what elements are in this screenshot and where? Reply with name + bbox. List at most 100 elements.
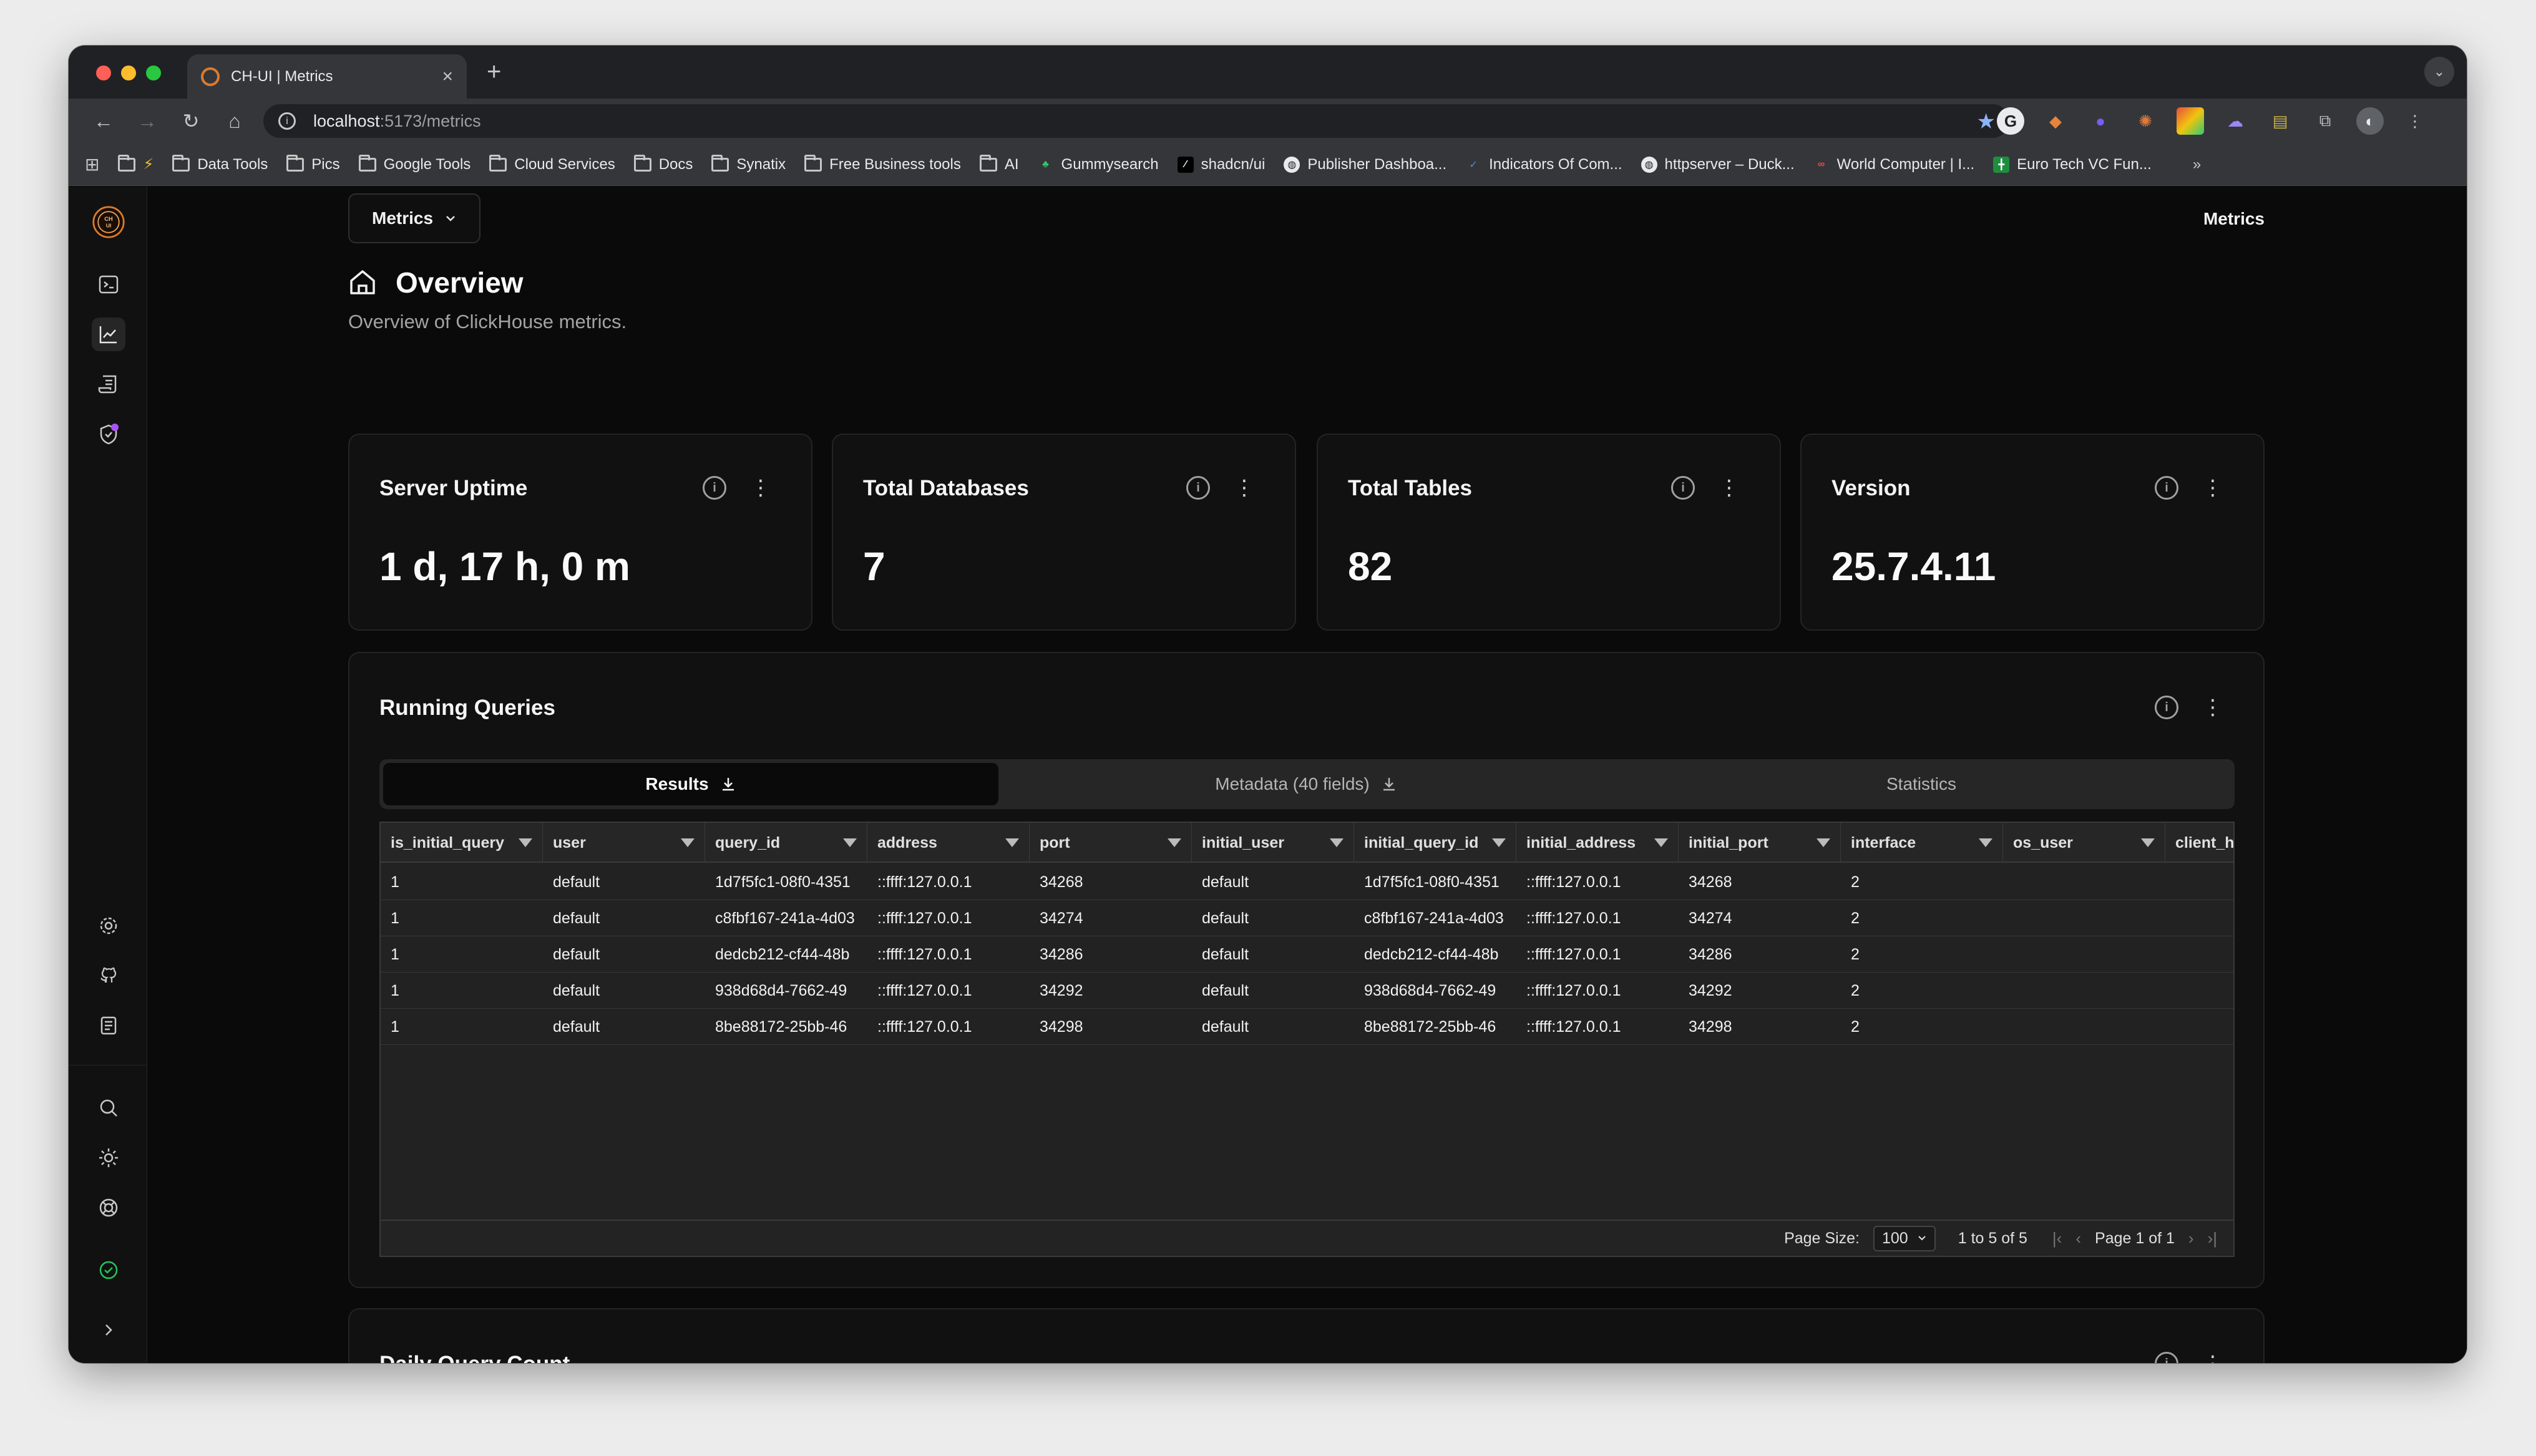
more-options-icon[interactable]: ⋮ [750, 477, 771, 498]
bookmark-star-icon[interactable]: ★ [1977, 109, 1996, 134]
profile-avatar[interactable]: ◐ [2356, 107, 2384, 135]
apps-grid-icon[interactable]: ⊞ [85, 154, 99, 175]
bookmark-cloud-services[interactable]: Cloud Services [489, 154, 615, 173]
reload-icon[interactable]: ↻ [177, 107, 205, 135]
column-header[interactable]: initial_user [1192, 823, 1354, 863]
minimize-window-button[interactable] [121, 66, 136, 80]
more-bookmarks-icon[interactable]: » [2193, 156, 2201, 173]
filter-icon[interactable] [1979, 838, 1992, 847]
next-page-icon[interactable]: › [2188, 1229, 2194, 1248]
column-header[interactable]: initial_address [1516, 823, 1679, 863]
close-window-button[interactable] [96, 66, 111, 80]
more-options-icon[interactable]: ⋮ [2202, 697, 2223, 718]
cloud-extension-icon[interactable]: ☁ [2221, 107, 2249, 135]
bookmark-publisher-dashboard[interactable]: ◍ Publisher Dashboa... [1284, 156, 1446, 173]
browser-tab[interactable]: CH-UI | Metrics × [187, 54, 467, 99]
sidebar-item-logs[interactable] [92, 367, 125, 401]
info-icon[interactable]: i [2155, 1352, 2178, 1363]
bookmark-world-computer[interactable]: ∞ World Computer | I... [1813, 156, 1974, 173]
first-page-icon[interactable]: |‹ [2052, 1229, 2062, 1248]
bookmark-data-tools[interactable]: Data Tools [172, 154, 268, 173]
address-bar[interactable]: i localhost:5173/metrics ★ [263, 104, 2009, 138]
more-options-icon[interactable]: ⋮ [1234, 477, 1255, 498]
zoom-window-button[interactable] [146, 66, 161, 80]
filter-icon[interactable] [681, 838, 695, 847]
column-header[interactable]: is_initial_query [381, 823, 543, 863]
column-header[interactable]: initial_port [1679, 823, 1841, 863]
table-row[interactable]: 1 default 8be88172-25bb-46::ffff:127.0.0.1… [381, 1009, 2233, 1045]
table-row[interactable]: 1 default c8fbf167-241a-4d03::ffff:127.0.0… [381, 900, 2233, 936]
info-icon[interactable]: i [1671, 476, 1695, 500]
prev-page-icon[interactable]: ‹ [2075, 1229, 2081, 1248]
purple-extension-icon[interactable]: ● [2087, 107, 2114, 135]
info-icon[interactable]: i [2155, 696, 2178, 719]
folder-bolt-bookmark[interactable]: ⚡ [118, 154, 154, 173]
page-size-select[interactable]: 100 [1873, 1225, 1936, 1251]
filter-icon[interactable] [1330, 838, 1344, 847]
home-icon[interactable]: ⌂ [221, 107, 248, 135]
bookmark-synatix[interactable]: Synatix [711, 154, 786, 173]
browser-menu-icon[interactable]: ⋮ [2401, 107, 2429, 135]
table-row[interactable]: 1 default dedcb212-cf44-48b::ffff:127.0.0.… [381, 936, 2233, 973]
more-options-icon[interactable]: ⋮ [1719, 477, 1740, 498]
extensions-puzzle-icon[interactable]: ⧉ [2311, 107, 2339, 135]
bookmark-pics[interactable]: Pics [286, 154, 340, 173]
column-header[interactable]: interface [1841, 823, 2003, 863]
sidebar-item-metrics[interactable] [92, 318, 125, 351]
bookmark-gummysearch[interactable]: ♣ Gummysearch [1038, 156, 1158, 173]
filter-icon[interactable] [2141, 838, 2155, 847]
help-lifebuoy-icon[interactable] [92, 1191, 125, 1225]
bookmark-httpserver[interactable]: ◍ httpserver – Duck... [1641, 156, 1795, 173]
docs-icon[interactable] [92, 1009, 125, 1042]
filter-icon[interactable] [519, 838, 532, 847]
info-icon[interactable]: i [703, 476, 726, 500]
sidebar-item-admin[interactable] [92, 417, 125, 451]
tab-search-icon[interactable]: ⌄ [2424, 57, 2454, 87]
last-page-icon[interactable]: ›| [2208, 1229, 2217, 1248]
grammarly-extension-icon[interactable]: G [1997, 107, 2024, 135]
sidebar-item-console[interactable] [92, 268, 125, 301]
tab-metadata[interactable]: Metadata (40 fields) [998, 763, 1614, 805]
settings-icon[interactable] [92, 909, 125, 943]
tab-results[interactable]: Results [383, 763, 998, 805]
bookmark-google-tools[interactable]: Google Tools [358, 154, 471, 173]
forward-icon[interactable]: → [134, 107, 161, 135]
bookmark-indicators[interactable]: ✓ Indicators Of Com... [1465, 156, 1622, 173]
filter-icon[interactable] [1817, 838, 1830, 847]
connection-status-icon[interactable] [92, 1253, 125, 1287]
search-icon[interactable] [92, 1091, 125, 1125]
table-row[interactable]: 1 default 938d68d4-7662-49::ffff:127.0.0.1… [381, 973, 2233, 1009]
back-icon[interactable]: ← [90, 107, 117, 135]
cookie-extension-icon[interactable]: ✺ [2132, 107, 2159, 135]
notes-extension-icon[interactable]: ▤ [2266, 107, 2294, 135]
info-icon[interactable]: i [2155, 476, 2178, 500]
column-header[interactable]: query_id [705, 823, 867, 863]
theme-sun-icon[interactable] [92, 1141, 125, 1175]
bookmark-euro-tech[interactable]: ╋ Euro Tech VC Fun... [1993, 156, 2152, 173]
bookmark-docs[interactable]: Docs [633, 154, 693, 173]
column-header[interactable]: client_h [2165, 823, 2233, 863]
bookmark-free-business-tools[interactable]: Free Business tools [804, 154, 961, 173]
table-row[interactable]: 1 default 1d7f5fc1-08f0-4351::ffff:127.0.0… [381, 864, 2233, 900]
column-header[interactable]: initial_query_id [1354, 823, 1516, 863]
filter-icon[interactable] [1492, 838, 1506, 847]
expand-sidebar-icon[interactable] [92, 1313, 125, 1347]
filter-icon[interactable] [1005, 838, 1019, 847]
tab-statistics[interactable]: Statistics [1614, 763, 2229, 805]
column-header[interactable]: os_user [2003, 823, 2165, 863]
info-icon[interactable]: i [1186, 476, 1210, 500]
column-header[interactable]: user [543, 823, 705, 863]
metamask-extension-icon[interactable]: ◆ [2042, 107, 2069, 135]
filter-icon[interactable] [1654, 838, 1668, 847]
filter-icon[interactable] [1168, 838, 1181, 847]
column-header[interactable]: port [1030, 823, 1192, 863]
site-info-icon[interactable]: i [278, 112, 296, 130]
bookmark-shadcn[interactable]: ⁄ shadcn/ui [1177, 156, 1265, 173]
ch-ui-logo[interactable]: CH UI [92, 205, 125, 239]
new-tab-button[interactable]: + [487, 58, 501, 86]
more-options-icon[interactable]: ⋮ [2202, 1353, 2223, 1363]
metrics-selector[interactable]: Metrics [348, 193, 481, 243]
colorful-extension-icon[interactable] [2177, 107, 2204, 135]
column-header[interactable]: address [867, 823, 1030, 863]
github-icon[interactable] [92, 959, 125, 993]
